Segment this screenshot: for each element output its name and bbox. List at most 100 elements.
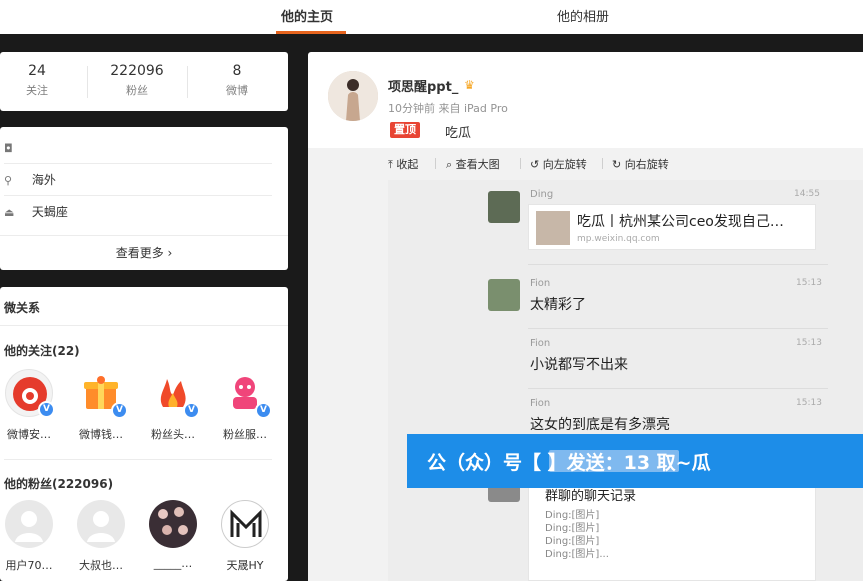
fan-item[interactable]: 大叔也… [69,500,133,573]
following-name: 微博钱… [79,428,123,441]
verified-icon: V [183,402,200,419]
tab-home[interactable]: 他的主页 [281,6,333,25]
constellation-icon: ⏏ [4,206,15,219]
poster-avatar[interactable] [328,71,378,121]
info-row-badge: ◘ [4,135,272,161]
profile-nav: 他的主页 他的相册 [0,0,863,34]
avatar: V [221,369,272,419]
avatar: V [77,369,128,419]
following-item[interactable]: V 微博安… [0,369,61,442]
divider [4,459,272,460]
following-name: 微博安… [7,428,51,441]
avatar: V [149,369,200,419]
photo-collage-icon [158,507,188,535]
weibo-count[interactable]: 8 微博 [192,63,282,98]
fan-item[interactable]: 天晟HY [213,500,277,573]
fans-count-number: 222096 [110,63,164,79]
following-count-label: 关注 [26,84,48,97]
media-viewer: ⤒ 收起 ⌕ 查看大图 ↺ 向左旋转 ↻ 向右旋转 Ding 14:55 吃瓜丨… [308,148,863,581]
chat-sender: Ding [530,189,554,200]
chat-link-card: 吃瓜丨杭州某公司ceo发现自己… mp.weixin.qq.com [528,204,816,250]
view-more-link[interactable]: 查看更多 › [0,244,288,261]
link-url: mp.weixin.qq.com [577,234,660,244]
fan-item[interactable]: 用户70… [0,500,61,573]
divider [0,325,288,326]
profile-info-card: ◘ ⚲ 海外 ⏏ 天蝎座 查看更多 › [0,127,288,270]
following-item[interactable]: V 微博钱… [69,369,133,442]
following-count-number: 24 [28,63,46,79]
monogram-logo-icon [230,509,262,537]
divider [528,328,828,329]
post-meta: 10分钟前 来自 iPad Pro [388,102,508,115]
rotate-left-button[interactable]: ↺ 向左旋转 [530,156,587,172]
chat-avatar [488,279,520,311]
chat-sender: Fion [530,398,551,409]
divider [187,66,188,98]
following-count[interactable]: 24 关注 [0,63,82,98]
fans-count-label: 粉丝 [126,84,148,97]
avatar [5,500,53,548]
link-thumbnail [536,211,570,245]
collapse-button[interactable]: ⤒ 收起 [388,156,418,172]
link-title: 吃瓜丨杭州某公司ceo发现自己… [577,214,784,230]
avatar [149,500,197,548]
chat-message: 这女的到底是有多漂亮 [530,417,670,433]
poster-name[interactable]: 项思醒ppt_ [388,76,458,95]
chat-time: 15:13 [796,338,822,348]
following-name: 粉丝服… [223,428,267,441]
following-section-title[interactable]: 他的关注(22) [4,342,80,359]
chat-time: 14:55 [794,189,820,199]
info-row-constellation: ⏏ 天蝎座 [4,199,272,225]
weibo-post-card: 项思醒ppt_ ♛ 10分钟前 来自 iPad Pro 置顶 吃瓜 ⤒ 收起 ⌕… [308,52,863,581]
chat-time: 15:13 [796,278,822,288]
following-name: 粉丝头… [151,428,195,441]
view-large-button[interactable]: ⌕ 查看大图 [446,156,500,172]
location-icon: ⚲ [4,174,13,187]
overlay-ad-banner: 公（众）号【 】发送：13 取~瓜 [407,434,863,488]
divider [87,66,88,98]
chat-sender: Fion [530,278,551,289]
record-line: Ding:[图片]... [545,549,609,560]
fans-section-title[interactable]: 他的粉丝(222096) [4,475,113,492]
divider [4,163,272,164]
default-avatar-icon [87,511,115,542]
verified-icon: V [111,402,128,419]
following-item[interactable]: V 粉丝服… [213,369,277,442]
poster-photo-icon [328,71,378,121]
rotate-right-button[interactable]: ↻ 向右旋转 [612,156,669,172]
post-text: 吃瓜 [445,126,472,141]
fan-name: 用户70… [5,559,53,572]
chat-screenshot-image[interactable]: Ding 14:55 吃瓜丨杭州某公司ceo发现自己… mp.weixin.qq… [388,180,863,581]
chat-record-card: 群聊的聊天记录 Ding:[图片] Ding:[图片] Ding:[图片] Di… [528,478,816,581]
fan-name: _____… [153,557,193,570]
divider [528,264,828,265]
divider [0,235,288,236]
fans-count[interactable]: 222096 粉丝 [92,63,182,98]
avatar [221,500,269,548]
divider [520,158,521,169]
banner-text: 公（众）号【 】发送：13 取~瓜 [427,452,711,474]
avatar: V [5,369,55,418]
vip-crown-icon: ♛ [464,78,475,92]
constellation-text: 天蝎座 [31,205,68,219]
chat-message: 太精彩了 [530,297,586,313]
divider [4,195,272,196]
counts-card: 24 关注 222096 粉丝 8 微博 [0,52,288,111]
weibo-count-number: 8 [232,63,242,79]
location-text: 海外 [31,173,56,187]
fan-name: 大叔也… [79,559,123,572]
active-tab-indicator [276,31,346,34]
divider [528,388,828,389]
verified-icon: V [38,401,55,418]
chat-time: 15:13 [796,398,822,408]
pinned-badge: 置顶 [390,122,420,138]
tab-album[interactable]: 他的相册 [557,6,609,25]
chat-sender: Fion [530,338,551,349]
relations-card: 微关系 他的关注(22) V 微博安… V 微博钱… V 粉丝头… V 粉丝服…… [0,287,288,581]
info-row-location: ⚲ 海外 [4,167,272,193]
divider [435,158,436,169]
fan-item[interactable]: _____… [141,500,205,570]
fan-name: 天晟HY [226,559,264,572]
following-item[interactable]: V 粉丝头… [141,369,205,442]
badge-icon: ◘ [4,142,13,155]
